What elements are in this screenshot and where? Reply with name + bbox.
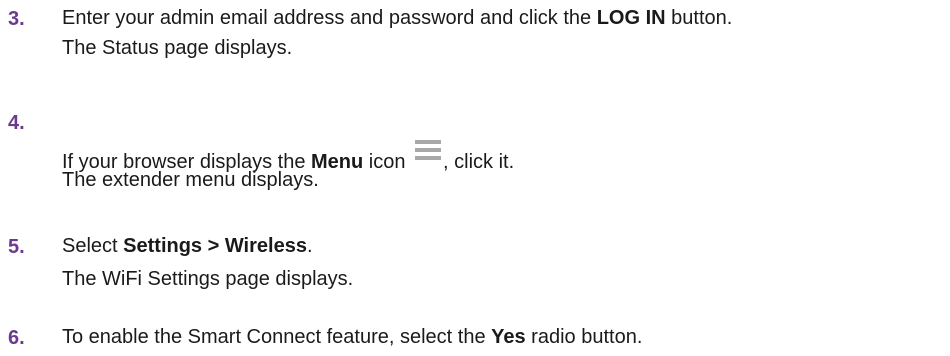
step-number: 6. [8,327,25,349]
instruction-text: radio button. [525,326,643,348]
step-result: The extender menu displays. [62,169,319,191]
menu-reference: Menu [311,151,364,173]
step-instruction: To enable the Smart Connect feature, sel… [62,325,642,349]
instruction-text: Enter your admin email address and passw… [62,7,597,29]
yes-radio-reference: Yes [491,326,526,348]
instruction-text: . [306,235,313,257]
step-number: 4. [8,112,25,134]
instruction-text: , click it. [443,151,515,173]
step-instruction: Select Settings > Wireless. [62,234,313,258]
step-result: The WiFi Settings page displays. [62,268,354,290]
step-instruction: Enter your admin email address and passw… [62,6,732,30]
instruction-text: Select [62,235,124,257]
step-number: 5. [8,236,25,258]
log-in-button-reference: LOG IN [596,7,666,29]
instruction-text: button. [665,7,733,29]
instruction-text: icon [363,151,412,173]
hamburger-menu-icon [415,140,442,162]
instruction-text: To enable the Smart Connect feature, sel… [62,326,492,348]
step-result: The Status page displays. [62,37,293,59]
settings-wireless-reference: Settings > Wireless [123,235,307,257]
step-number: 3. [8,8,25,30]
